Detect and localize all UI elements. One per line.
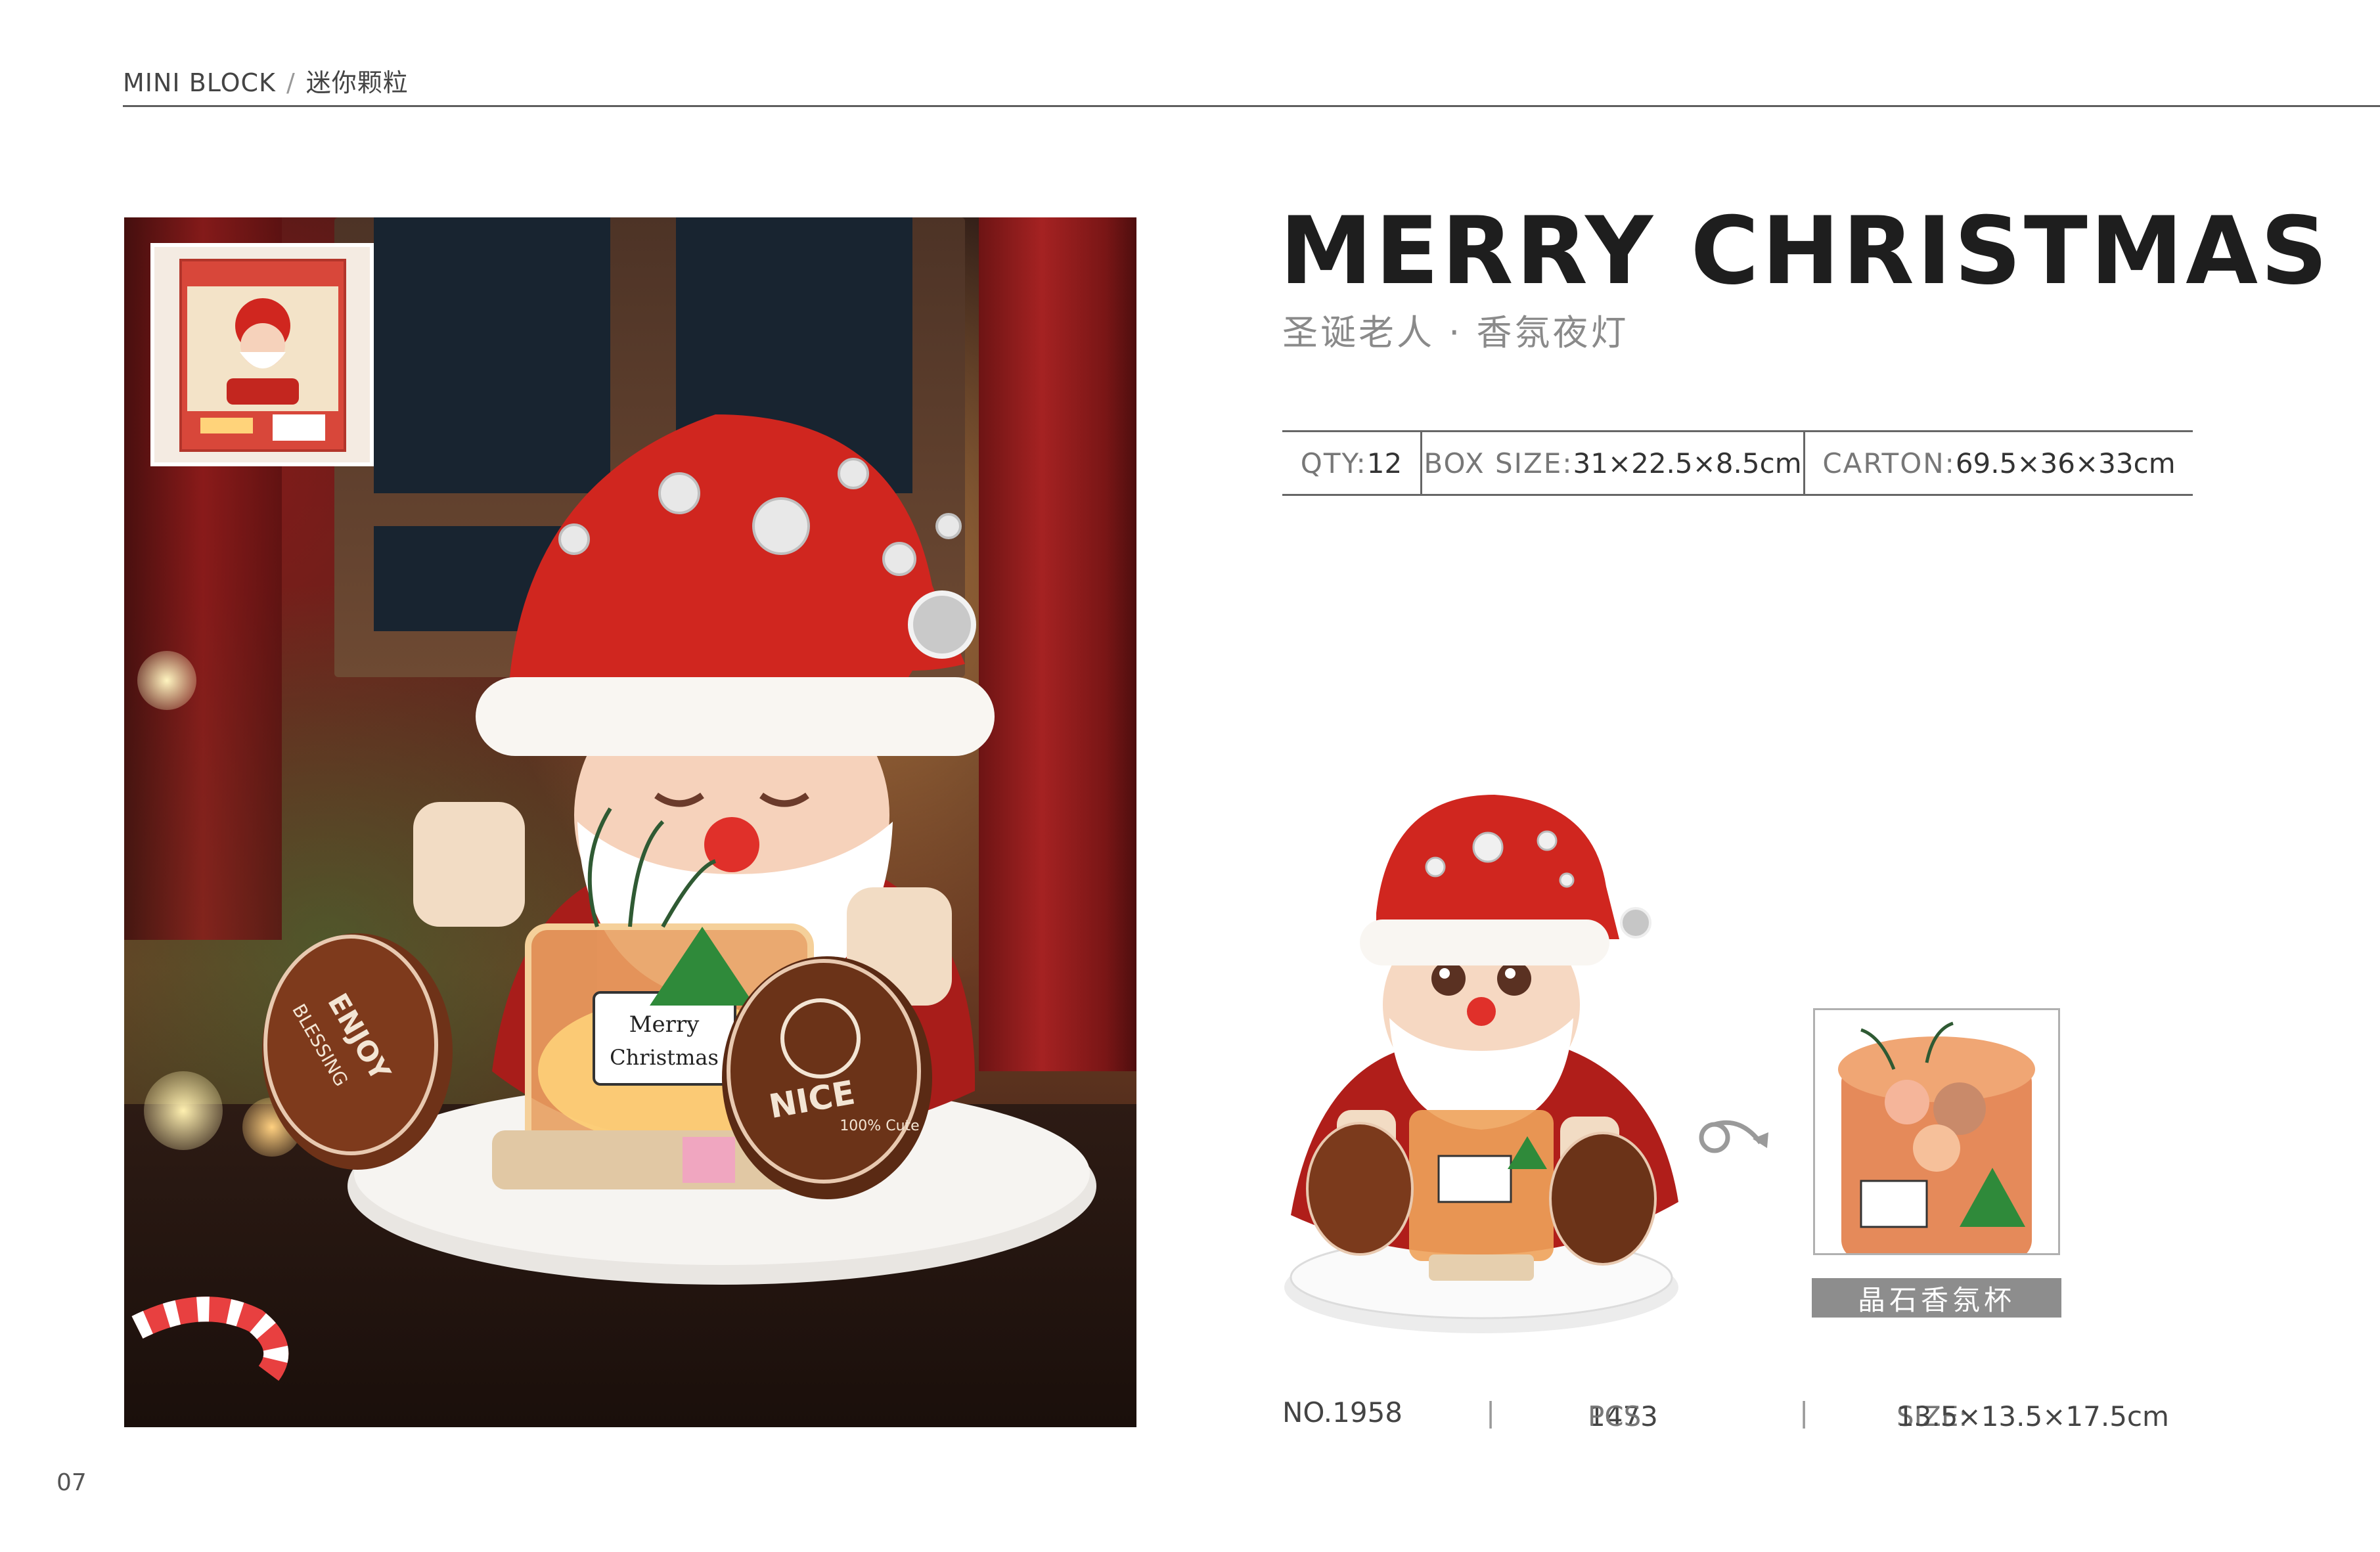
spec-box-size: BOX SIZE: 31×22.5×8.5cm	[1420, 432, 1803, 494]
spec-qty: QTY: 12	[1282, 432, 1420, 494]
right-badge-subtext: 100% Cute	[840, 1118, 919, 1134]
spec-carton: CARTON: 69.5×36×33cm	[1803, 432, 2193, 494]
spec-qty-value: 12	[1366, 447, 1403, 479]
spec-carton-label: CARTON:	[1822, 447, 1956, 479]
footer-separator-2: |	[1799, 1396, 1809, 1429]
jar-label-line2: Christmas	[610, 1045, 719, 1070]
breadcrumb-separator: /	[286, 68, 296, 97]
product-number: NO.1958	[1282, 1396, 1403, 1429]
product-size-value: 13.5×13.5×17.5cm	[1897, 1400, 2169, 1432]
spec-box-size-label: BOX SIZE:	[1424, 447, 1573, 479]
spec-box-size-value: 31×22.5×8.5cm	[1573, 447, 1802, 479]
product-title: MERRY CHRISTMAS	[1280, 197, 2331, 305]
spec-qty-label: QTY:	[1300, 447, 1367, 479]
spec-table: QTY: 12 BOX SIZE: 31×22.5×8.5cm CARTON: 69.…	[1282, 430, 2193, 496]
packaging-thumbnail	[150, 243, 374, 466]
product-cutout	[1284, 795, 1678, 1333]
series-en: MINI BLOCK	[123, 68, 276, 97]
product-subtitle: 圣诞老人 · 香氛夜灯	[1282, 312, 1629, 353]
accessory-image	[1813, 1008, 2060, 1255]
accessory-label: 晶石香氛杯	[1812, 1278, 2061, 1318]
header-divider	[123, 105, 2380, 107]
footer-specs: NO.1958 | 1473 PCS | SIZE: 13.5×13.5×17.5…	[1282, 1392, 2193, 1438]
spec-carton-value: 69.5×36×33cm	[1955, 447, 2176, 479]
piece-count-unit: PCS	[1588, 1400, 1642, 1432]
page-number: 07	[56, 1469, 87, 1496]
header-breadcrumb: MINI BLOCK / 迷你颗粒	[123, 62, 409, 99]
jar-label-line1: Merry	[629, 1011, 700, 1038]
curved-arrow-icon	[1699, 1120, 1768, 1153]
series-cn: 迷你颗粒	[305, 68, 409, 97]
packaging-box-icon	[179, 259, 346, 452]
aroma-cup-icon	[1838, 1021, 2035, 1253]
footer-separator-1: |	[1486, 1396, 1496, 1429]
